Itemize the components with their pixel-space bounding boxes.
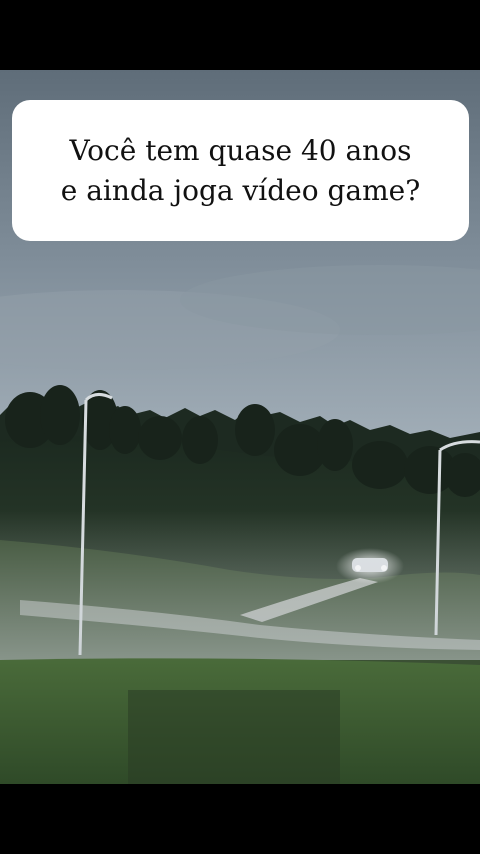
caption-card: Você tem quase 40 anos e ainda joga víde… [12,100,469,241]
grass-shadow [128,690,340,784]
caption-text: Você tem quase 40 anos e ainda joga víde… [61,131,421,211]
caption-line-1: Você tem quase 40 anos [69,133,412,167]
mist [0,510,480,660]
video-frame: Você tem quase 40 anos e ainda joga víde… [0,0,480,854]
caption-line-2: e ainda joga vídeo game? [60,173,421,207]
